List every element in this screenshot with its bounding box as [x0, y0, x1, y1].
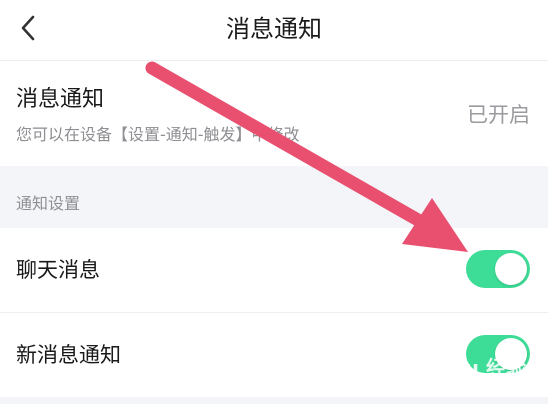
setting-label: 聊天消息	[16, 258, 100, 282]
notification-status-panel: 消息通知 您可以在设备【设置-通知-触发】中修改 已开启	[0, 61, 548, 166]
chat-messages-toggle[interactable]	[466, 250, 530, 288]
page-title: 消息通知	[226, 15, 322, 43]
setting-row-chat-messages: 聊天消息	[0, 228, 548, 313]
notification-description: 您可以在设备【设置-通知-触发】中修改	[16, 125, 300, 144]
notification-title: 消息通知	[16, 87, 105, 112]
section-title: 通知设置	[16, 194, 81, 213]
notification-status: 已开启	[467, 103, 530, 127]
setting-label: 新消息通知	[16, 343, 121, 367]
watermark-logo: Baidu 经验	[414, 356, 526, 380]
top-bar: 消息通知	[0, 0, 548, 61]
watermark-url: jingyan.baidu.com	[416, 380, 518, 393]
toggle-knob	[495, 253, 527, 285]
